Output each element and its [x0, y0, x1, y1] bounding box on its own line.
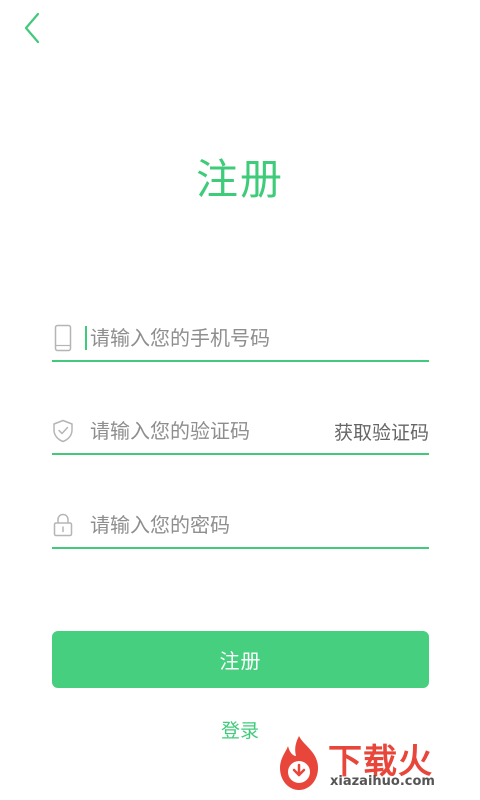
password-input[interactable]	[90, 510, 429, 540]
watermark: 下载火 xiazaihuo.com	[274, 732, 474, 794]
flame-logo-icon	[280, 736, 318, 790]
phone-input[interactable]	[90, 323, 429, 353]
page-title: 注册	[195, 155, 284, 204]
code-field[interactable]: 获取验证码	[52, 409, 429, 455]
chevron-left-icon	[24, 12, 40, 44]
code-input[interactable]	[90, 416, 334, 446]
lock-icon	[52, 511, 74, 539]
text-cursor	[85, 326, 87, 350]
phone-icon	[52, 324, 74, 352]
get-code-button[interactable]: 获取验证码	[334, 418, 429, 445]
register-screen: 注册 获取验证码	[0, 0, 480, 800]
shield-check-icon	[52, 417, 74, 445]
password-field[interactable]	[52, 503, 429, 549]
back-button[interactable]	[18, 10, 48, 46]
watermark-url: xiazaihuo.com	[330, 774, 435, 789]
phone-field[interactable]	[52, 316, 429, 362]
register-button[interactable]: 注册	[52, 631, 429, 688]
